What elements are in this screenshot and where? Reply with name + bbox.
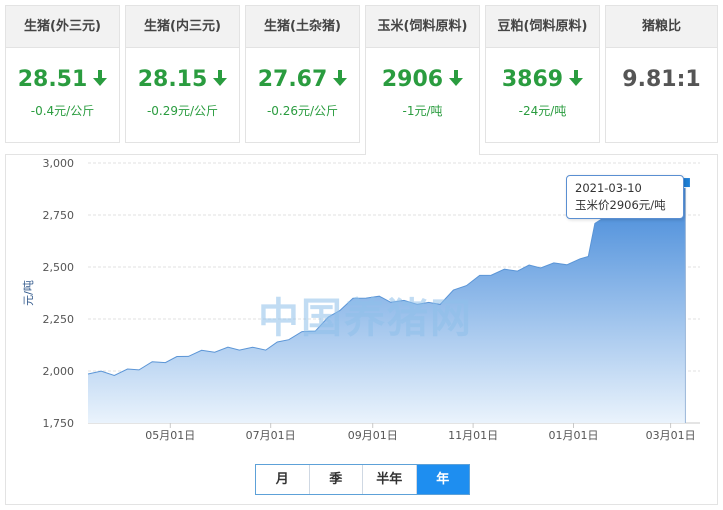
range-year-button[interactable]: 年	[416, 465, 469, 494]
card-title: 猪粮比	[606, 6, 717, 48]
arrow-down-icon	[449, 70, 464, 86]
y-axis: 1,750 2,000 2,250 2,500 2,750 3,000	[43, 157, 75, 430]
time-range-selector: 月 季 半年 年	[255, 464, 470, 495]
card-price: 3869	[486, 66, 599, 94]
y-tick-label: 1,750	[43, 417, 75, 430]
range-halfyear-button[interactable]: 半年	[363, 465, 417, 494]
card-change: -1元/吨	[402, 104, 443, 118]
x-axis: 05月01日 07月01日 09月01日 11月01日 01月01日 03月01日	[145, 423, 696, 442]
x-tick-label: 03月01日	[646, 429, 696, 442]
price-dashboard: 生猪(外三元) 28.51 -0.4元/公斤 生猪(内三元) 28.15 -0.…	[0, 0, 723, 510]
card-pig-inner-three[interactable]: 生猪(内三元) 28.15 -0.29元/公斤	[125, 5, 240, 143]
card-price: 9.81:1	[606, 66, 717, 94]
tooltip-date: 2021-03-10	[575, 181, 642, 195]
arrow-down-icon	[569, 70, 584, 86]
card-change: -24元/吨	[518, 104, 567, 118]
card-price-value: 27.67	[257, 67, 328, 92]
price-chart: 1,750 2,000 2,250 2,500 2,750 3,000 05月01日 07月…	[5, 154, 718, 505]
x-tick-label: 07月01日	[246, 429, 296, 442]
card-price: 27.67	[246, 66, 359, 94]
price-cards: 生猪(外三元) 28.51 -0.4元/公斤 生猪(内三元) 28.15 -0.…	[5, 5, 718, 155]
x-tick-label: 01月01日	[549, 429, 599, 442]
card-price-value: 28.51	[17, 67, 88, 92]
arrow-down-icon	[93, 70, 108, 86]
card-price-value: 28.15	[137, 67, 208, 92]
card-title: 生猪(内三元)	[126, 6, 239, 48]
y-tick-label: 3,000	[43, 157, 75, 170]
x-tick-label: 09月01日	[348, 429, 398, 442]
card-title: 豆粕(饲料原料)	[486, 6, 599, 48]
card-price: 2906	[366, 66, 479, 94]
y-tick-label: 2,500	[43, 261, 75, 274]
card-soymeal[interactable]: 豆粕(饲料原料) 3869 -24元/吨	[485, 5, 600, 143]
card-title: 生猪(外三元)	[6, 6, 119, 48]
card-price: 28.51	[6, 66, 119, 94]
arrow-down-icon	[213, 70, 228, 86]
arrow-down-icon	[333, 70, 348, 86]
card-pig-outer-three[interactable]: 生猪(外三元) 28.51 -0.4元/公斤	[5, 5, 120, 143]
range-quarter-button[interactable]: 季	[309, 465, 363, 494]
card-pig-grain-ratio[interactable]: 猪粮比 9.81:1	[605, 5, 718, 143]
card-price-value: 2906	[381, 67, 444, 92]
card-change: -0.29元/公斤	[146, 104, 219, 118]
y-tick-label: 2,750	[43, 209, 75, 222]
card-price: 28.15	[126, 66, 239, 94]
card-price-value: 3869	[501, 67, 564, 92]
card-title: 生猪(土杂猪)	[246, 6, 359, 48]
x-tick-label: 05月01日	[145, 429, 195, 442]
tooltip-value: 玉米价2906元/吨	[575, 198, 666, 212]
y-tick-label: 2,000	[43, 365, 75, 378]
card-title: 玉米(饲料原料)	[366, 6, 479, 48]
x-tick-label: 11月01日	[448, 429, 498, 442]
y-axis-label: 元/吨	[22, 280, 35, 306]
card-pig-local[interactable]: 生猪(土杂猪) 27.67 -0.26元/公斤	[245, 5, 360, 143]
y-tick-label: 2,250	[43, 313, 75, 326]
card-price-value: 9.81:1	[622, 67, 701, 92]
card-change: -0.4元/公斤	[30, 104, 95, 118]
card-change: -0.26元/公斤	[266, 104, 339, 118]
range-month-button[interactable]: 月	[256, 465, 310, 494]
card-corn[interactable]: 玉米(饲料原料) 2906 -1元/吨	[365, 5, 480, 155]
chart-tooltip: 2021-03-10 玉米价2906元/吨	[566, 175, 684, 219]
